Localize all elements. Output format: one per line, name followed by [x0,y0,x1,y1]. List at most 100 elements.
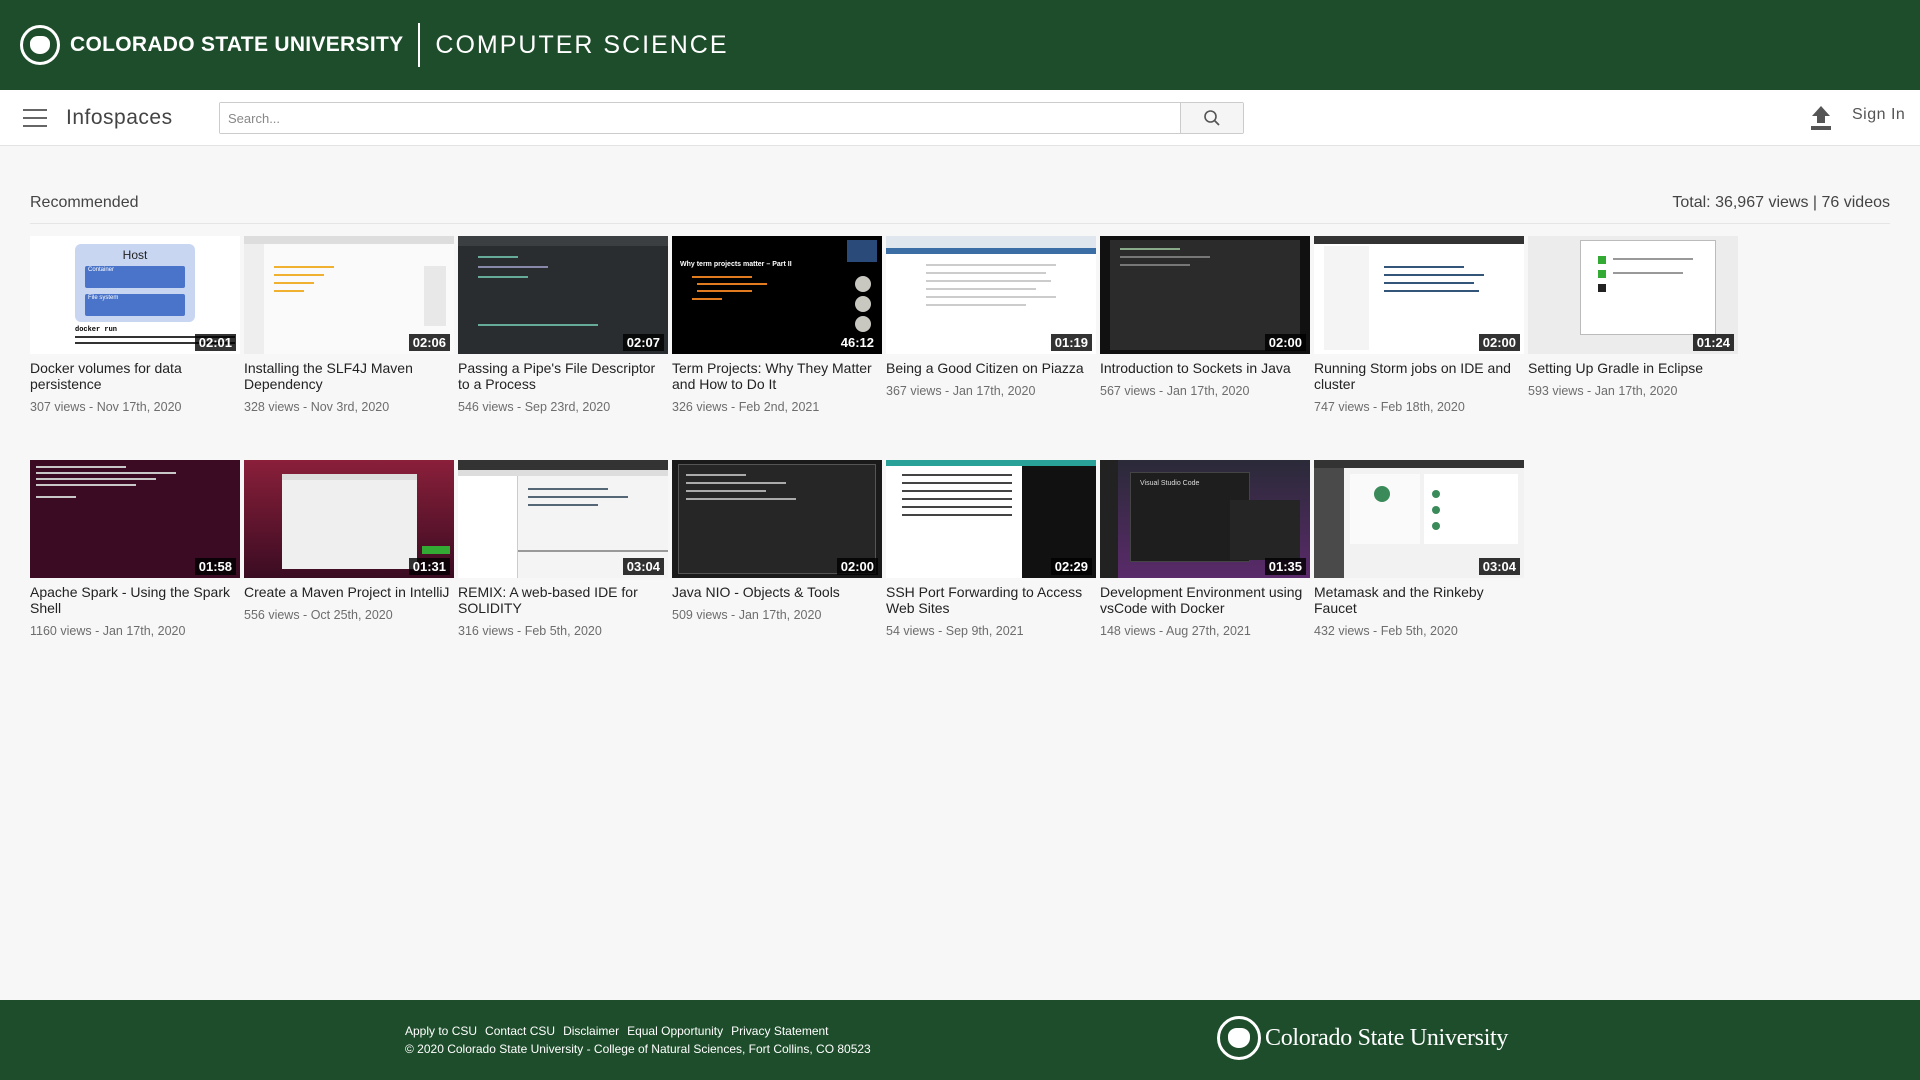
video-meta: 556 views - Oct 25th, 2020 [244,608,393,622]
video-duration: 01:24 [1692,334,1734,351]
video-thumbnail[interactable]: Visual Studio Code 01:35 [1100,460,1310,578]
video-title[interactable]: Development Environment using vsCode wit… [1100,584,1310,616]
video-card[interactable]: Visual Studio Code 01:35 Development Env… [1100,460,1310,638]
video-meta: 509 views - Jan 17th, 2020 [672,608,822,622]
video-title[interactable]: Apache Spark - Using the Spark Shell [30,584,240,616]
university-name[interactable]: COLORADO STATE UNIVERSITY [70,33,403,57]
footer-logo[interactable]: Colorado State University [1217,1016,1508,1060]
video-meta: 367 views - Jan 17th, 2020 [886,384,1036,398]
video-title[interactable]: Introduction to Sockets in Java [1100,360,1310,376]
video-thumbnail[interactable]: 02:00 [1100,236,1310,354]
thumb-slide-title: Why term projects matter – Part II [680,261,792,268]
video-duration: 03:04 [622,558,664,575]
video-duration: 02:00 [1478,334,1520,351]
footer-link-contact[interactable]: Contact CSU [485,1024,555,1038]
video-duration: 02:00 [836,558,878,575]
thumb-container-label: Container [88,267,115,273]
video-title[interactable]: Running Storm jobs on IDE and cluster [1314,360,1524,392]
video-thumbnail[interactable]: Host Container File system docker run 02… [30,236,240,354]
video-thumbnail[interactable]: 01:31 [244,460,454,578]
video-title[interactable]: Docker volumes for data persistence [30,360,240,392]
video-thumbnail[interactable]: 02:00 [672,460,882,578]
upload-icon [1811,106,1831,130]
video-title[interactable]: Create a Maven Project in IntelliJ [244,584,454,600]
video-duration: 46:12 [836,334,878,351]
video-thumbnail[interactable]: 02:07 [458,236,668,354]
video-duration: 03:04 [1478,558,1520,575]
banner-divider [418,23,421,67]
section-header: Recommended Total: 36,967 views | 76 vid… [30,194,1890,224]
video-meta: 1160 views - Jan 17th, 2020 [30,624,186,638]
footer-link-privacy[interactable]: Privacy Statement [731,1024,828,1038]
video-title[interactable]: Term Projects: Why They Matter and How t… [672,360,882,392]
video-thumbnail[interactable]: 03:04 [1314,460,1524,578]
video-card[interactable]: 01:31 Create a Maven Project in IntelliJ… [244,460,454,622]
video-thumbnail[interactable]: 02:06 [244,236,454,354]
video-card[interactable]: 02:07 Passing a Pipe's File Descriptor t… [458,236,668,414]
video-thumbnail[interactable]: 01:24 [1528,236,1738,354]
site-footer: Apply to CSU Contact CSU Disclaimer Equa… [0,1000,1920,1080]
video-title[interactable]: Setting Up Gradle in Eclipse [1528,360,1738,376]
video-duration: 02:00 [1264,334,1306,351]
footer-link-equal-opportunity[interactable]: Equal Opportunity [627,1024,723,1038]
video-duration: 01:58 [194,558,236,575]
video-meta: 432 views - Feb 5th, 2020 [1314,624,1458,638]
video-duration: 01:19 [1050,334,1092,351]
video-title[interactable]: Metamask and the Rinkeby Faucet [1314,584,1524,616]
search-input[interactable] [220,103,1180,133]
video-thumbnail[interactable]: 01:58 [30,460,240,578]
video-title[interactable]: Passing a Pipe's File Descriptor to a Pr… [458,360,668,392]
sign-in-link[interactable]: Sign In [1852,106,1905,124]
video-thumbnail[interactable]: 02:00 [1314,236,1524,354]
video-meta: 316 views - Feb 5th, 2020 [458,624,602,638]
department-name[interactable]: COMPUTER SCIENCE [435,31,728,60]
video-meta: 546 views - Sep 23rd, 2020 [458,400,611,414]
thumb-host-label: Host [122,248,148,262]
video-card[interactable]: 02:06 Installing the SLF4J Maven Depende… [244,236,454,414]
video-card[interactable]: Why term projects matter – Part II 46:12… [672,236,882,414]
hamburger-menu-icon[interactable] [23,108,47,127]
ram-logo-icon [1217,1016,1261,1060]
video-thumbnail[interactable]: 02:29 [886,460,1096,578]
video-title[interactable]: SSH Port Forwarding to Access Web Sites [886,584,1096,616]
app-title[interactable]: Infospaces [66,106,173,130]
thumb-filesystem-label: File system [88,295,119,301]
video-card[interactable]: 01:24 Setting Up Gradle in Eclipse 593 v… [1528,236,1738,398]
video-meta: 307 views - Nov 17th, 2020 [30,400,182,414]
video-thumbnail[interactable]: Why term projects matter – Part II 46:12 [672,236,882,354]
footer-link-apply[interactable]: Apply to CSU [405,1024,477,1038]
video-card[interactable]: 01:58 Apache Spark - Using the Spark She… [30,460,240,638]
toolbar: Infospaces Sign In [0,90,1920,146]
video-duration: 02:01 [194,334,236,351]
video-card[interactable]: 01:19 Being a Good Citizen on Piazza 367… [886,236,1096,398]
video-meta: 747 views - Feb 18th, 2020 [1314,400,1465,414]
section-title: Recommended [30,194,139,211]
video-title[interactable]: REMIX: A web-based IDE for SOLIDITY [458,584,668,616]
video-card[interactable]: 03:04 REMIX: A web-based IDE for SOLIDIT… [458,460,668,638]
footer-copyright: © 2020 Colorado State University - Colle… [405,1042,871,1056]
video-title[interactable]: Being a Good Citizen on Piazza [886,360,1096,376]
video-thumbnail[interactable]: 01:19 [886,236,1096,354]
video-meta: 326 views - Feb 2nd, 2021 [672,400,820,414]
search-bar [219,102,1244,134]
ram-logo-icon[interactable] [20,25,60,65]
footer-links: Apply to CSU Contact CSU Disclaimer Equa… [405,1024,829,1038]
video-duration: 01:35 [1264,558,1306,575]
video-meta: 148 views - Aug 27th, 2021 [1100,624,1251,638]
video-title[interactable]: Installing the SLF4J Maven Dependency [244,360,454,392]
video-card[interactable]: 02:00 Java NIO - Objects & Tools 509 vie… [672,460,882,622]
video-card[interactable]: 02:00 Introduction to Sockets in Java 56… [1100,236,1310,398]
video-card[interactable]: 02:00 Running Storm jobs on IDE and clus… [1314,236,1524,414]
video-title[interactable]: Java NIO - Objects & Tools [672,584,882,600]
video-duration: 02:07 [622,334,664,351]
footer-link-disclaimer[interactable]: Disclaimer [563,1024,619,1038]
video-thumbnail[interactable]: 03:04 [458,460,668,578]
upload-button[interactable] [1808,104,1834,132]
video-card[interactable]: 02:29 SSH Port Forwarding to Access Web … [886,460,1096,638]
video-card[interactable]: Host Container File system docker run 02… [30,236,240,414]
search-button[interactable] [1180,103,1243,133]
video-meta: 328 views - Nov 3rd, 2020 [244,400,390,414]
section-stats: Total: 36,967 views | 76 videos [1672,194,1890,211]
video-card[interactable]: 03:04 Metamask and the Rinkeby Faucet 43… [1314,460,1524,638]
video-meta: 567 views - Jan 17th, 2020 [1100,384,1250,398]
